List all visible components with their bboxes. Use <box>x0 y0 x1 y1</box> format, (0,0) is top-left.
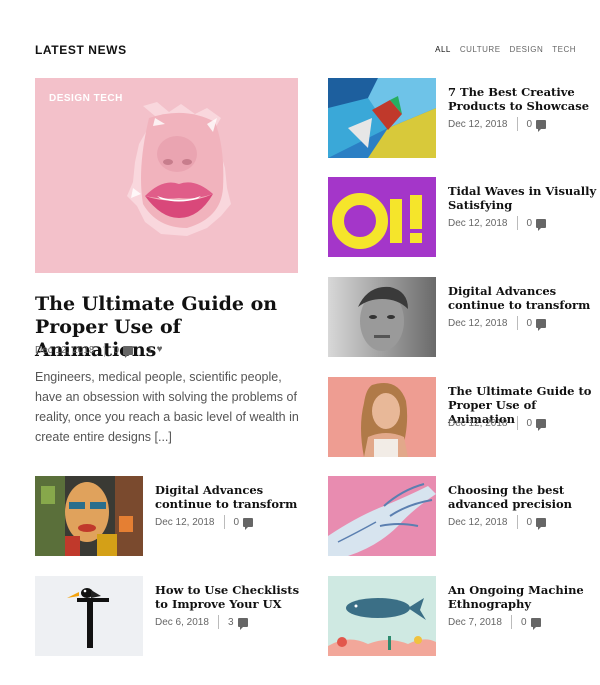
list-item[interactable]: The Ultimate Guide to Proper Use of Anim… <box>328 377 598 457</box>
post-thumbnail[interactable] <box>328 476 436 556</box>
comment-count: 0 <box>526 217 533 229</box>
post-thumbnail[interactable] <box>328 576 436 656</box>
divider <box>516 117 518 131</box>
post-date: Dec 12, 2018 <box>448 417 508 429</box>
divider <box>103 343 105 357</box>
filter-tech[interactable]: TECH <box>552 45 576 54</box>
list-item[interactable]: An Ongoing Machine Ethnography Dec 7, 20… <box>328 576 598 656</box>
featured-category[interactable]: DESIGN TECH <box>49 93 123 104</box>
geometric-bird-image <box>328 78 436 158</box>
post-date: Dec 12, 2018 <box>448 217 508 229</box>
post-meta: Dec 7, 2018 0 <box>448 615 541 630</box>
post-date: Dec 12, 2018 <box>155 516 215 528</box>
post-thumbnail[interactable] <box>328 377 436 457</box>
featured-excerpt: Engineers, medical people, scientific pe… <box>35 370 299 444</box>
post-title[interactable]: Tidal Waves in Visually Satisfying <box>448 184 600 212</box>
list-item[interactable]: 7 The Best Creative Products to Showcase… <box>328 78 598 158</box>
post-meta: Dec 6, 2018 3 <box>155 615 248 630</box>
comment-icon <box>123 345 134 358</box>
comment-count: 0 <box>526 417 533 429</box>
post-title[interactable]: Digital Advances continue to transform <box>448 284 600 312</box>
divider <box>516 416 518 430</box>
divider <box>223 515 225 529</box>
comment-icon <box>536 218 547 231</box>
hand-illustration-image <box>328 476 436 556</box>
graffiti-face-image <box>35 476 143 556</box>
post-thumbnail[interactable] <box>328 78 436 158</box>
divider <box>510 615 512 629</box>
portrait-woman-image <box>328 377 436 457</box>
post-thumbnail[interactable] <box>328 177 436 257</box>
post-meta: Dec 12, 2018 0 <box>448 216 547 231</box>
like-count: 1 <box>147 344 153 356</box>
post-meta: Dec 12, 2018 0 <box>155 515 254 530</box>
post-date: Dec 12, 2018 <box>448 317 508 329</box>
post-date: Dec 6, 2018 <box>155 616 209 628</box>
featured-image[interactable]: DESIGN TECH <box>35 78 298 273</box>
heart-icon[interactable]: ♥ <box>157 345 163 355</box>
comment-icon <box>536 318 547 331</box>
lips-illustration <box>35 78 298 273</box>
post-meta: Dec 12, 2018 0 <box>448 416 547 431</box>
post-title[interactable]: An Ongoing Machine Ethnography <box>448 583 600 611</box>
divider <box>217 615 219 629</box>
post-title[interactable]: Digital Advances continue to transform <box>155 483 310 511</box>
post-title[interactable]: Choosing the best advanced precision <box>448 483 600 511</box>
divider <box>516 515 518 529</box>
toucan-letter-image <box>35 576 143 656</box>
filter-all[interactable]: ALL <box>435 45 451 54</box>
list-item[interactable]: Digital Advances continue to transform D… <box>328 277 598 357</box>
comment-count: 0 <box>526 118 533 130</box>
comment-count: 0 <box>520 616 527 628</box>
portrait-man-image <box>328 277 436 357</box>
post-meta: Dec 12, 2018 0 <box>448 515 547 530</box>
list-item[interactable]: Choosing the best advanced precision Dec… <box>328 476 598 556</box>
list-item[interactable]: Tidal Waves in Visually Satisfying Dec 1… <box>328 177 598 257</box>
comment-count: 0 <box>113 344 120 356</box>
comment-icon <box>536 517 547 530</box>
comment-icon <box>536 119 547 132</box>
post-title[interactable]: How to Use Checklists to Improve Your UX <box>155 583 310 611</box>
post-thumbnail[interactable] <box>328 277 436 357</box>
post-date: Dec 7, 2018 <box>448 616 502 628</box>
comment-icon <box>530 617 541 630</box>
featured-meta: Dec 12, 2018 0 1 ♥ <box>35 343 163 358</box>
oi-graphic-image <box>328 177 436 257</box>
category-filters: ALL CULTURE DESIGN TECH <box>435 45 576 54</box>
list-item[interactable]: How to Use Checklists to Improve Your UX… <box>35 576 305 656</box>
divider <box>516 316 518 330</box>
list-item[interactable]: Digital Advances continue to transform D… <box>35 476 305 556</box>
post-date: Dec 12, 2018 <box>35 344 95 356</box>
post-meta: Dec 12, 2018 0 <box>448 117 547 132</box>
comment-count: 3 <box>227 616 234 628</box>
filter-design[interactable]: DESIGN <box>510 45 544 54</box>
comment-count: 0 <box>526 317 533 329</box>
comment-count: 0 <box>233 516 240 528</box>
post-thumbnail[interactable] <box>35 476 143 556</box>
filter-culture[interactable]: CULTURE <box>460 45 501 54</box>
post-date: Dec 12, 2018 <box>448 516 508 528</box>
post-meta: Dec 12, 2018 0 <box>448 316 547 331</box>
comment-icon <box>243 517 254 530</box>
post-date: Dec 12, 2018 <box>448 118 508 130</box>
whale-illustration-image <box>328 576 436 656</box>
post-title[interactable]: 7 The Best Creative Products to Showcase <box>448 85 600 113</box>
comment-count: 0 <box>526 516 533 528</box>
comment-icon <box>536 418 547 431</box>
divider <box>516 216 518 230</box>
post-thumbnail[interactable] <box>35 576 143 656</box>
section-title: LATEST NEWS <box>35 43 127 57</box>
comment-icon <box>237 617 248 630</box>
